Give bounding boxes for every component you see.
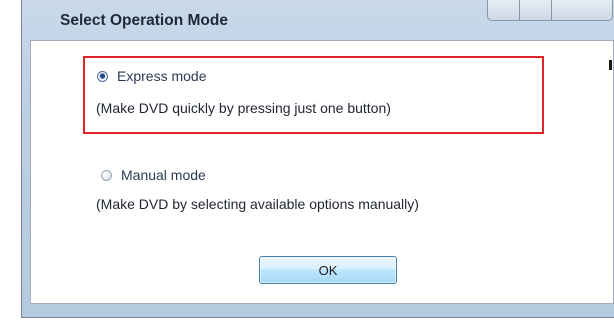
express-mode-description: (Make DVD quickly by pressing just one b… <box>96 100 391 116</box>
manual-mode-label: Manual mode <box>121 167 206 183</box>
maximize-button[interactable] <box>520 0 552 20</box>
dialog-title: Select Operation Mode <box>60 12 228 29</box>
manual-mode-radio[interactable] <box>101 169 112 181</box>
minimize-button[interactable] <box>488 0 520 20</box>
caption-buttons <box>487 0 613 21</box>
express-mode-radio[interactable] <box>97 70 108 82</box>
window-edge-fragment <box>609 60 612 70</box>
express-mode-label: Express mode <box>117 68 207 84</box>
title-bar: Select Operation Mode <box>22 0 614 40</box>
manual-mode-option[interactable]: Manual mode <box>101 167 206 183</box>
ok-button[interactable]: OK <box>259 256 397 284</box>
close-button[interactable] <box>552 0 612 20</box>
express-mode-option[interactable]: Express mode <box>97 68 206 84</box>
manual-mode-description: (Make DVD by selecting available options… <box>96 196 419 212</box>
screenshot-canvas: Select Operation Mode Express mode (Make… <box>0 0 614 329</box>
